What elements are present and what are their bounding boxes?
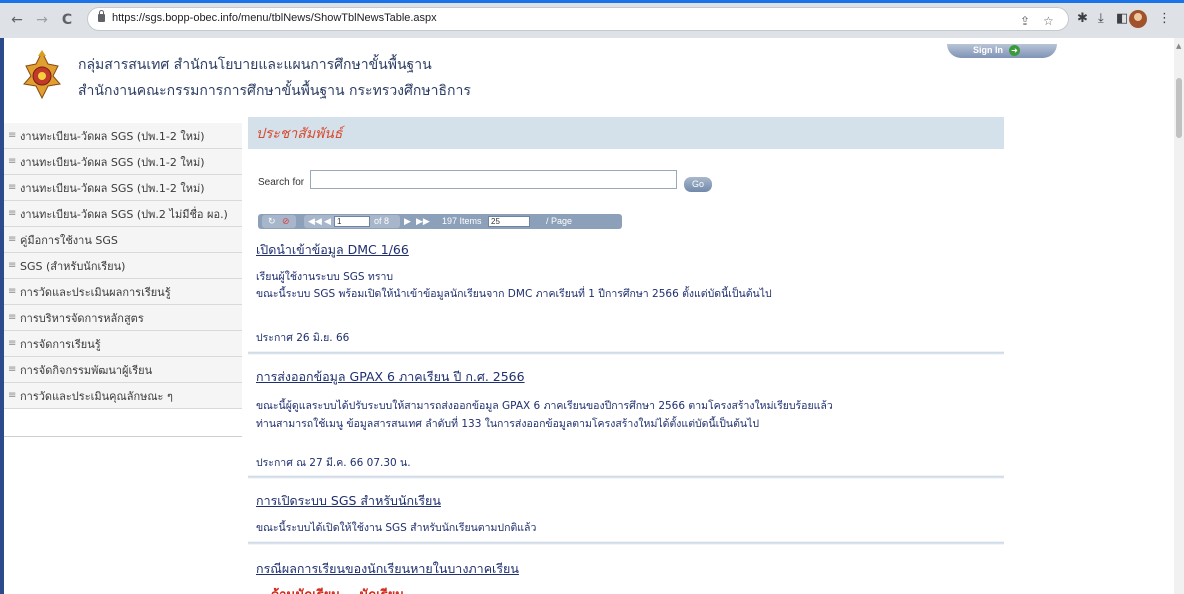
share-icon[interactable]: ⇪ [1020,14,1030,28]
news-body-line: เรียนผู้ใช้งานระบบ SGS ทราบ [256,271,394,283]
forward-icon[interactable]: → [33,11,51,29]
prev-page-icon[interactable]: ◀ [324,215,331,228]
vertical-scrollbar[interactable]: ▲ [1174,38,1184,594]
sidebar-item-activities[interactable]: ≡ การจัดกิจกรรมพัฒนาผู้เรียน [4,357,242,383]
next-page-icon[interactable]: ▶ [404,215,411,228]
profile-avatar[interactable] [1129,10,1147,28]
bullet-icon: ≡ [8,234,17,245]
sidebar-item-label: การวัดและประเมินคุณลักษณะ ๆ [20,389,173,403]
news-body-line: ขณะนี้ระบบ SGS พร้อมเปิดให้นำเข้าข้อมูลน… [256,288,772,300]
go-button[interactable]: Go [684,177,712,192]
bullet-icon: ≡ [8,390,17,401]
page-size-input[interactable]: 25 [488,216,530,227]
news-partial-headline: ...ด้านนักเรียน... นักเรียน... ... [256,584,438,594]
sidebar-item-sgs-register-2[interactable]: ≡ งานทะเบียน-วัดผล SGS (ปพ.1-2 ใหม่) [4,149,242,175]
sidebar-item-sgs-register-1[interactable]: ≡ งานทะเบียน-วัดผล SGS (ปพ.1-2 ใหม่) [4,123,242,149]
bullet-icon: ≡ [8,260,17,271]
sidebar-item-sgs-student[interactable]: ≡ SGS (สำหรับนักเรียน) [4,253,242,279]
address-bar[interactable]: https://sgs.bopp-obec.info/menu/tblNews/… [87,7,1069,31]
sidebar-item-assessment[interactable]: ≡ การวัดและประเมินผลการเรียนรู้ [4,279,242,305]
refresh-icon[interactable]: ↻ [268,215,276,228]
bullet-icon: ≡ [8,312,17,323]
section-title: ประชาสัมพันธ์ [256,126,343,142]
news-date: ประกาศ 26 มิ.ย. 66 [256,332,350,344]
bullet-icon: ≡ [8,338,17,349]
sidebar-item-label: งานทะเบียน-วัดผล SGS (ปพ.2 ไม่มีชื่อ ผอ.… [20,207,228,221]
sidebar-item-label: งานทะเบียน-วัดผล SGS (ปพ.1-2 ใหม่) [20,181,205,195]
news-divider [248,351,1004,355]
lock-icon[interactable] [98,10,105,22]
sign-in-label: Sign In [973,45,1003,55]
news-divider [248,541,1004,545]
browser-toolbar: ← → C https://sgs.bopp-obec.info/menu/tb… [0,0,1184,38]
sidebar-item-label: การจัดกิจกรรมพัฒนาผู้เรียน [20,363,153,377]
sidebar-item-label: งานทะเบียน-วัดผล SGS (ปพ.1-2 ใหม่) [20,155,205,169]
section-header: ประชาสัมพันธ์ [248,117,1004,149]
bullet-icon: ≡ [8,130,17,141]
header-title-line1: กลุ่มสารสนเทศ สำนักนโยบายและแผนการศึกษาข… [78,57,432,73]
page-count-text: of 8 [374,216,390,226]
arrow-right-icon: ➜ [1009,45,1020,56]
news-date: ประกาศ ณ 27 มี.ค. 66 07.30 น. [256,457,411,469]
sidebar-item-label: การจัดการเรียนรู้ [20,337,101,351]
sidebar-item-characteristics[interactable]: ≡ การวัดและประเมินคุณลักษณะ ๆ [4,383,242,409]
sidebar-item-label: การบริหารจัดการหลักสูตร [20,311,144,325]
puzzle-icon[interactable]: ✱ [1077,11,1088,27]
download-icon[interactable]: ⤓ [1098,11,1104,27]
reload-icon[interactable]: C [58,11,76,29]
sidebar-item-manual[interactable]: ≡ คู่มือการใช้งาน SGS [4,227,242,253]
back-icon[interactable]: ← [8,11,26,29]
ministry-logo-icon [23,50,61,100]
scroll-up-icon[interactable]: ▲ [1176,42,1181,50]
sidebar-item-label: SGS (สำหรับนักเรียน) [20,259,126,273]
search-input[interactable] [310,170,677,189]
star-icon[interactable]: ☆ [1043,14,1054,28]
bullet-icon: ≡ [8,364,17,375]
scrollbar-thumb[interactable] [1176,78,1182,138]
per-page-text: / Page [546,216,573,226]
news-title-link[interactable]: กรณีผลการเรียนของนักเรียนหายในบางภาคเรีย… [256,559,519,579]
last-page-icon[interactable]: ▶▶ [416,215,430,228]
url-text[interactable]: https://sgs.bopp-obec.info/menu/tblNews/… [112,12,437,24]
main-content: ประชาสัมพันธ์ [248,117,1004,149]
menu-icon[interactable]: ⋮ [1158,11,1171,27]
news-title-link[interactable]: การเปิดระบบ SGS สำหรับนักเรียน [256,491,441,511]
sidebar-item-sgs-register-3[interactable]: ≡ งานทะเบียน-วัดผล SGS (ปพ.1-2 ใหม่) [4,175,242,201]
header-title-line2: สำนักงานคณะกรรมการการศึกษาขั้นพื้นฐาน กร… [78,83,471,99]
sidebar-item-label: การวัดและประเมินผลการเรียนรู้ [20,285,171,299]
web-page: กลุ่มสารสนเทศ สำนักนโยบายและแผนการศึกษาข… [0,38,1174,594]
first-page-icon[interactable]: ◀◀ [308,215,322,228]
bullet-icon: ≡ [8,156,17,167]
sidebar-divider [4,436,242,437]
sidebar-item-label: คู่มือการใช้งาน SGS [20,233,118,247]
news-body-line: ขณะนี้ระบบได้เปิดให้ใช้งาน SGS สำหรับนัก… [256,522,537,534]
item-count-text: 197 Items [442,216,482,226]
bullet-icon: ≡ [8,182,17,193]
page-number-input[interactable]: 1 [334,216,370,227]
sidebar-item-curriculum[interactable]: ≡ การบริหารจัดการหลักสูตร [4,305,242,331]
pager-toolbar: ↻ ⊘ ◀◀ ◀ 1 of 8 ▶ ▶▶ 197 Items 25 / Page [258,214,622,229]
sidebar-item-label: งานทะเบียน-วัดผล SGS (ปพ.1-2 ใหม่) [20,129,205,143]
bullet-icon: ≡ [8,208,17,219]
search-label: Search for [258,177,305,188]
sidebar-menu: ≡ งานทะเบียน-วัดผล SGS (ปพ.1-2 ใหม่) ≡ งาน… [4,123,242,409]
sidebar-item-sgs-register-4[interactable]: ≡ งานทะเบียน-วัดผล SGS (ปพ.2 ไม่มีชื่อ ผอ… [4,201,242,227]
sidebar-item-learning[interactable]: ≡ การจัดการเรียนรู้ [4,331,242,357]
news-title-link[interactable]: เปิดนำเข้าข้อมูล DMC 1/66 [256,240,409,260]
tab-strip-accent [0,0,1184,3]
clear-filter-icon[interactable]: ⊘ [282,215,290,228]
news-divider [248,475,1004,479]
news-body-line: ขณะนี้ผู้ดูแลระบบได้ปรับระบบให้สามารถส่ง… [256,400,833,412]
news-body-line: ท่านสามารถใช้เมนู ข้อมูลสารสนเทศ ลำดับที… [256,418,760,430]
news-title-link[interactable]: การส่งออกข้อมูล GPAX 6 ภาคเรียน ปี ก.ศ. … [256,367,525,387]
bullet-icon: ≡ [8,286,17,297]
sidebar-icon[interactable]: ◧ [1116,11,1128,27]
sign-in-button[interactable]: Sign In ➜ [947,44,1057,58]
